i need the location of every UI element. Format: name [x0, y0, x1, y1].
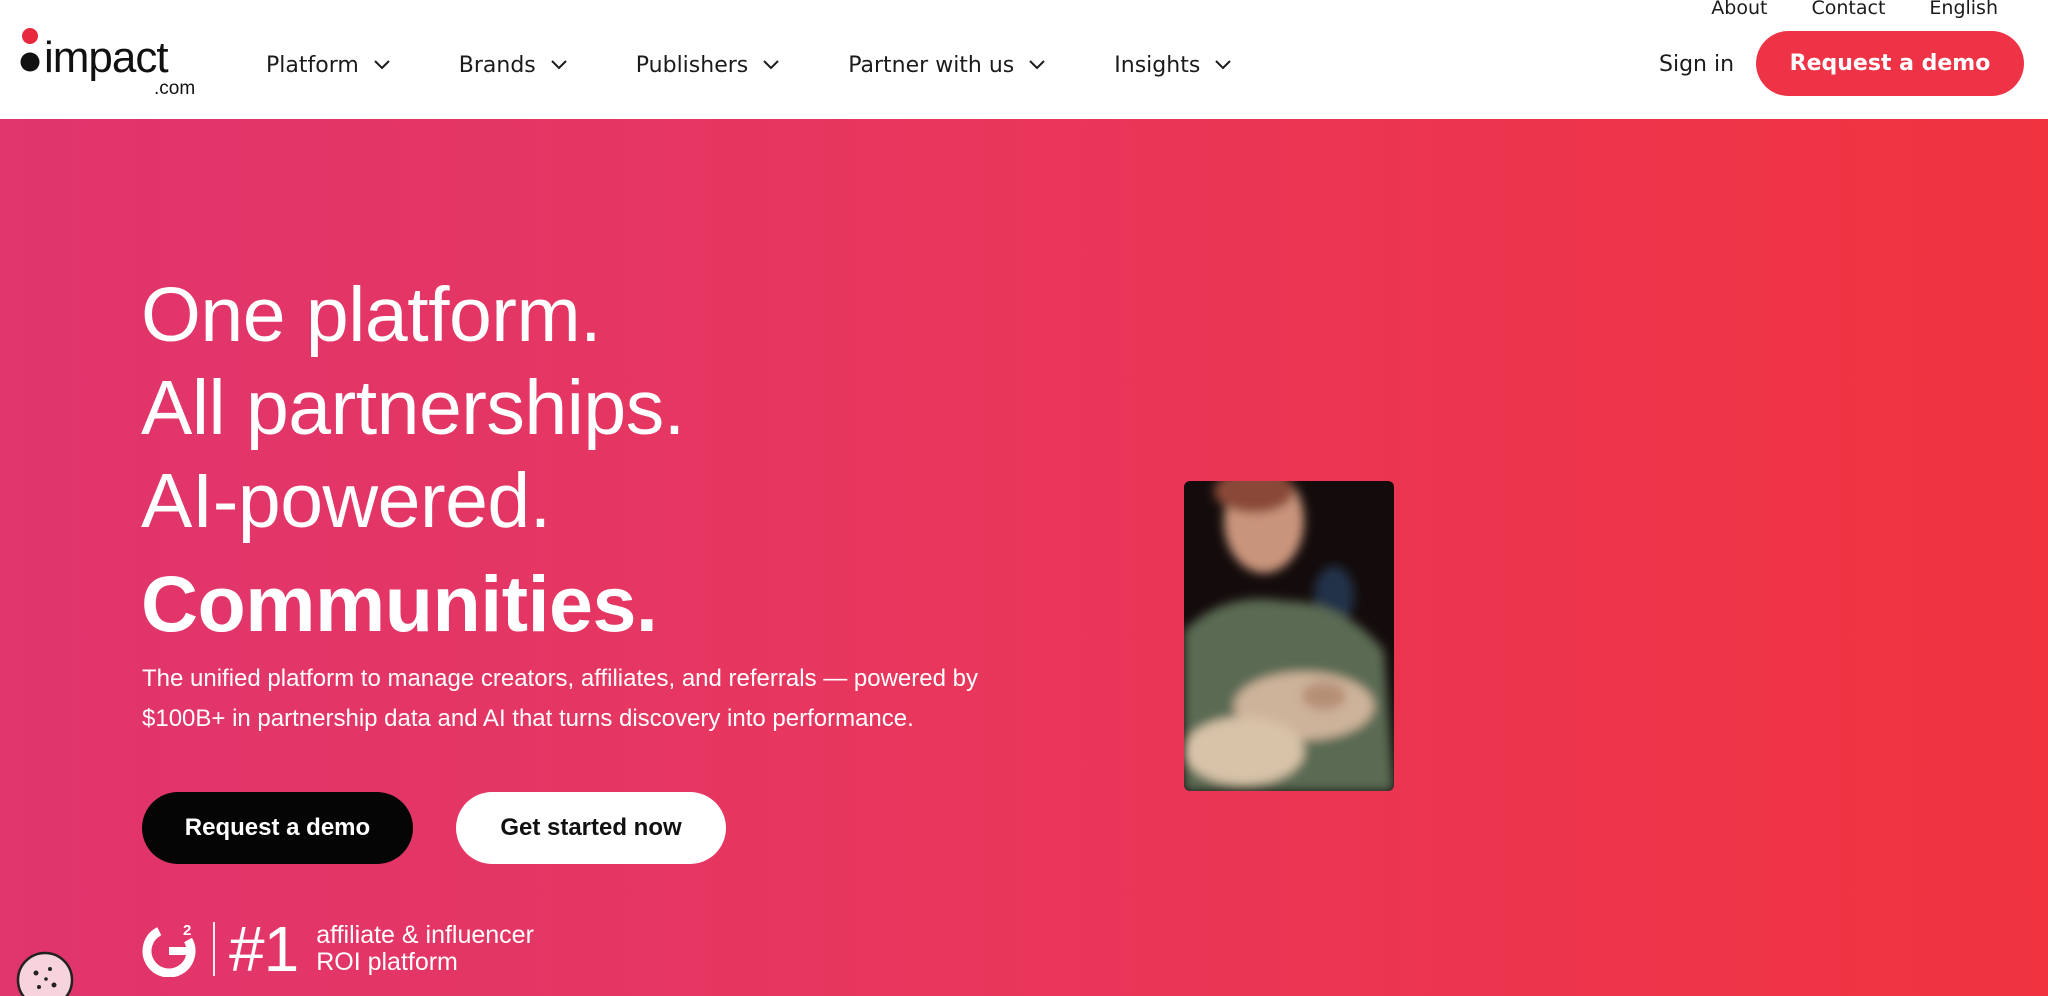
contact-link[interactable]: Contact	[1811, 0, 1885, 18]
logo-domain: .com	[154, 78, 195, 98]
award-line-1: affiliate & influencer	[316, 921, 534, 949]
nav-item-label: Partner with us	[848, 52, 1015, 78]
nav-item-insights[interactable]: Insights	[1114, 53, 1232, 78]
nav-item-publishers[interactable]: Publishers	[636, 53, 780, 78]
logo-black-dot	[20, 52, 40, 72]
headline-line-1: One platform.	[141, 272, 601, 358]
request-demo-header-button[interactable]: Request a demo	[1756, 31, 2024, 96]
nav-item-platform[interactable]: Platform	[266, 53, 391, 78]
g2-logo-icon: 2	[142, 922, 196, 977]
creator-video-thumbnail[interactable]	[1184, 481, 1394, 791]
impact-logo[interactable]: impact .com	[20, 28, 205, 98]
site-header: impact .com Platform Brands Publishers P…	[0, 0, 2048, 119]
g2-award-badge: 2 #1 affiliate & influencer ROI platform	[141, 913, 534, 985]
request-demo-button[interactable]: Request a demo	[142, 792, 413, 864]
get-started-button[interactable]: Get started now	[456, 792, 726, 864]
nav-item-label: Platform	[266, 52, 359, 78]
headline-line-2: All partnerships.	[141, 365, 685, 451]
award-description: affiliate & influencer ROI platform	[316, 922, 534, 976]
utility-nav: About Contact English	[1711, 0, 1998, 18]
g2-superscript: 2	[183, 922, 191, 939]
about-link[interactable]: About	[1711, 0, 1767, 18]
language-selector[interactable]: English	[1929, 0, 1998, 18]
hero-subtext: The unified platform to manage creators,…	[142, 665, 978, 732]
headline-line-3: AI-powered.	[141, 458, 551, 544]
nav-item-label: Brands	[458, 52, 536, 78]
nav-item-label: Publishers	[635, 52, 749, 78]
nav-item-label: Insights	[1114, 52, 1201, 78]
main-nav: Platform Brands Publishers Partner with …	[266, 48, 1232, 82]
award-line-2: ROI platform	[316, 948, 458, 976]
chevron-down-icon	[763, 60, 779, 70]
logo-wordmark: impact	[44, 33, 168, 82]
award-divider	[213, 922, 215, 976]
logo-red-dot	[22, 28, 38, 44]
cookie-icon[interactable]	[14, 949, 76, 996]
award-rank: #1	[229, 913, 299, 985]
nav-item-brands[interactable]: Brands	[459, 53, 568, 78]
hero-headline: One platform. All partnerships. AI-power…	[141, 269, 685, 548]
chevron-down-icon	[1029, 60, 1045, 70]
chevron-down-icon	[374, 60, 390, 70]
hero-rotating-word: Communities.	[141, 559, 658, 648]
chevron-down-icon	[1215, 60, 1232, 70]
chevron-down-icon	[551, 60, 567, 70]
sign-in-link[interactable]: Sign in	[1659, 48, 1734, 82]
nav-item-partner-with-us[interactable]: Partner with us	[848, 53, 1046, 78]
hero-section: One platform. All partnerships. AI-power…	[0, 119, 2048, 996]
